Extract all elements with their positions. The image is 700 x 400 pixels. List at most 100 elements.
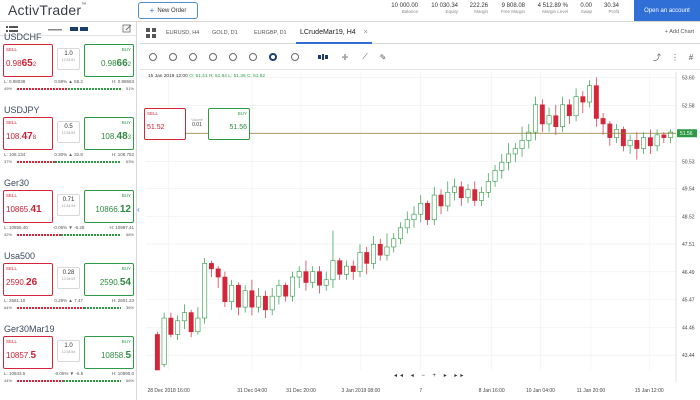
instrument-name: Ger30Mar19 bbox=[4, 324, 55, 334]
timeframe-h4-icon[interactable] bbox=[228, 52, 238, 62]
candle bbox=[202, 263, 208, 319]
timeframe-d1-icon[interactable] bbox=[248, 52, 258, 62]
candle bbox=[195, 317, 201, 333]
timeframe-m15-icon[interactable] bbox=[188, 52, 198, 62]
open-account-button[interactable]: Open an account bbox=[634, 0, 700, 21]
candle bbox=[350, 265, 356, 272]
candle bbox=[208, 263, 214, 270]
settings-icon[interactable]: ⋮ bbox=[670, 52, 680, 62]
day-low: L: 10843.5 bbox=[4, 371, 26, 376]
current-price-label: 51.56 bbox=[680, 131, 693, 137]
trendline-icon[interactable]: ⟋ bbox=[360, 52, 370, 62]
hashtag-grid-icon[interactable]: # bbox=[686, 52, 696, 62]
sell-button[interactable]: SELL 108.478 bbox=[3, 117, 53, 150]
chart-tabs: EURUSD, H4 GOLD, D1 EURGBP, D1 LCrudeMar19,… bbox=[140, 22, 700, 44]
day-high: H: 0.98663 bbox=[111, 79, 134, 84]
candle bbox=[215, 268, 221, 278]
buy-sentiment: 63% bbox=[125, 159, 134, 164]
sell-sentiment: 42% bbox=[4, 232, 13, 237]
chart-tab[interactable]: EURUSD, H4 bbox=[162, 22, 203, 44]
timeframe-m5-icon[interactable] bbox=[168, 52, 178, 62]
day-change: -0.06% ▼ -6.28 bbox=[52, 225, 85, 230]
candle bbox=[620, 129, 626, 147]
day-change: 0.30% ▲ 32.8 bbox=[54, 152, 83, 157]
share-icon[interactable]: ⤴ bbox=[652, 52, 662, 62]
buy-sentiment: 51% bbox=[125, 86, 134, 91]
candle bbox=[499, 161, 505, 171]
timeframe-w1-icon[interactable] bbox=[290, 52, 300, 62]
candle bbox=[242, 290, 248, 308]
candle bbox=[472, 189, 478, 201]
instrument-name: Ger30 bbox=[4, 178, 30, 188]
quick-trade-panel: SELL 51.52 Volume 0.01 BUY 51.56 bbox=[144, 108, 250, 140]
candle bbox=[168, 317, 174, 335]
candle bbox=[249, 290, 255, 308]
spread-box: 0.28 12:34:53 bbox=[57, 267, 80, 289]
chart-tab[interactable]: GOLD, D1 bbox=[208, 22, 242, 44]
instrument-item[interactable]: USDJPY SELL 108.478 0.5 12:34:53 BUY 108… bbox=[0, 105, 136, 164]
add-chart-button[interactable]: + Add Chart bbox=[665, 29, 694, 35]
chart-toolbar: ✛ ⟋ ✎ ⤴ ⋮ # bbox=[140, 44, 700, 70]
buy-button[interactable]: BUY 108.483 bbox=[84, 117, 134, 150]
candle bbox=[154, 334, 160, 371]
y-tick-label: 43.44 bbox=[682, 353, 695, 359]
new-order-button[interactable]: + New Order bbox=[138, 2, 198, 19]
candle bbox=[384, 246, 390, 256]
instrument-item[interactable]: Usa500 SELL 2590.26 0.28 12:34:53 BUY 25… bbox=[0, 251, 136, 310]
instrument-name: Usa500 bbox=[4, 251, 36, 261]
candle bbox=[222, 276, 228, 302]
chart-navigation[interactable]: ◂◂ ◂ − + ▸ ▸▸ bbox=[394, 372, 466, 379]
account-stat: 30.34 Profit bbox=[604, 3, 619, 14]
quick-sell-button[interactable]: SELL 51.52 bbox=[144, 108, 186, 140]
sentiment-bar: 44% 56% bbox=[4, 378, 134, 383]
day-high: H: 10990.0 bbox=[111, 371, 134, 376]
candle bbox=[560, 104, 566, 127]
x-tick-label: 8 Jan 16:00 bbox=[479, 388, 505, 394]
y-tick-label: 47.51 bbox=[682, 242, 695, 248]
candle bbox=[587, 85, 593, 103]
candle bbox=[438, 194, 444, 207]
instrument-name: USDJPY bbox=[4, 105, 40, 115]
buy-button[interactable]: BUY 10858.5 bbox=[84, 336, 134, 369]
timeframe-selected-icon[interactable] bbox=[268, 52, 278, 62]
candle bbox=[458, 186, 464, 199]
buy-button[interactable]: BUY 2590.54 bbox=[84, 263, 134, 296]
sell-button[interactable]: SELL 2590.26 bbox=[3, 263, 53, 296]
y-tick-label: 49.54 bbox=[682, 186, 695, 192]
instrument-item[interactable]: Ger30Mar19 SELL 10857.5 1.0 12:34:54 BUY… bbox=[0, 324, 136, 383]
chart-tab[interactable]: LCrudeMar19, H4 × bbox=[296, 22, 372, 44]
buy-button[interactable]: BUY 0.98662 bbox=[84, 44, 134, 77]
quick-trade-spread: Volume 0.01 bbox=[191, 118, 203, 128]
sell-button[interactable]: SELL 10857.5 bbox=[3, 336, 53, 369]
candle bbox=[580, 96, 586, 103]
drawing-tools-icon[interactable]: ✎ bbox=[378, 52, 388, 62]
account-stat-label: Equity bbox=[445, 9, 458, 14]
candle bbox=[431, 194, 437, 220]
candle bbox=[256, 295, 262, 308]
y-tick-label: 46.49 bbox=[682, 270, 695, 276]
sell-button[interactable]: SELL 10865.41 bbox=[3, 190, 53, 223]
grid-layout-icon[interactable] bbox=[146, 28, 156, 38]
chart-tab[interactable]: EURGBP, D1 bbox=[250, 22, 291, 44]
timeframe-h1-icon[interactable] bbox=[208, 52, 218, 62]
candle bbox=[316, 271, 322, 286]
close-tab-icon[interactable]: × bbox=[364, 29, 368, 36]
buy-button[interactable]: BUY 10866.12 bbox=[84, 190, 134, 223]
sell-sentiment: 37% bbox=[4, 159, 13, 164]
crosshair-icon[interactable]: ✛ bbox=[340, 52, 350, 62]
instrument-item[interactable]: USDCHF SELL 0.98652 1.0 12:34:51 BUY 0.9… bbox=[0, 32, 136, 91]
sell-sentiment: 64% bbox=[4, 305, 13, 310]
instrument-item[interactable]: Ger30 SELL 10865.41 0.71 12:34:54 BUY 10… bbox=[0, 178, 136, 237]
plus-icon: + bbox=[149, 5, 155, 15]
candle bbox=[398, 227, 403, 240]
sell-button[interactable]: SELL 0.98652 bbox=[3, 44, 53, 77]
quick-buy-button[interactable]: BUY 51.56 bbox=[208, 108, 250, 140]
candle bbox=[289, 276, 295, 297]
chart-type-icon[interactable] bbox=[318, 52, 328, 62]
candle bbox=[344, 265, 349, 275]
collapse-sidebar-icon[interactable]: ‹ bbox=[137, 205, 140, 214]
candle bbox=[262, 295, 268, 311]
candle bbox=[323, 279, 329, 286]
timeframe-m1-icon[interactable] bbox=[148, 52, 158, 62]
spread-box: 0.71 12:34:54 bbox=[57, 194, 80, 216]
